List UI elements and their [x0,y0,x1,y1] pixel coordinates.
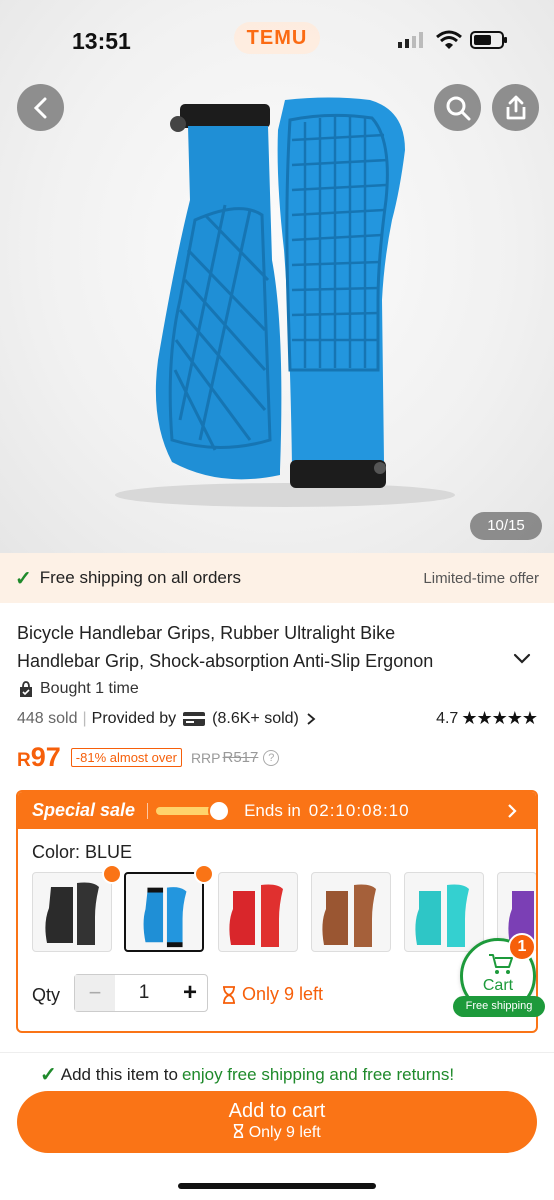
temu-logo: TEMU [234,22,320,54]
divider: | [82,709,87,727]
cart-label: Cart [482,977,514,994]
brown-grip-thumbnail [322,884,376,947]
color-swatch-blue[interactable] [124,872,204,952]
price-row: R 97 -81% almost over RRP R517 ? [17,742,280,773]
check-icon: ✓ [15,567,32,590]
product-title-line2: Handlebar Grip, Shock-absorption Anti-Sl… [17,651,434,671]
sold-count: 448 sold [17,709,78,727]
sold-provider-row: 448 sold | Provided by (8.6K+ sold) 4.7 … [17,708,538,729]
product-title[interactable]: Bicycle Handlebar Grips, Rubber Ultralig… [17,619,495,675]
chevron-left-icon [33,97,46,118]
check-icon: ✓ [40,1064,57,1086]
color-label: Color: BLUE [32,842,133,862]
stock-warning: Only 9 left [222,984,323,1005]
limited-offer-text: Limited-time offer [423,569,539,587]
chevron-down-icon[interactable] [512,648,532,668]
status-bar: 13:51 TEMU [0,0,554,80]
bag-icon [20,680,32,697]
special-sale-header[interactable]: Special sale Ends in 02:10:08:10 [18,792,536,829]
image-counter: 10/15 [470,512,542,540]
clock-icon [208,799,231,822]
special-sale-title: Special sale [32,800,136,820]
chevron-right-icon[interactable] [304,712,318,726]
back-button[interactable] [17,84,64,131]
stock-text: Only 9 left [242,984,324,1004]
qty-decrease-button[interactable]: − [75,975,115,1011]
quantity-stepper: − 1 + [74,974,208,1012]
promo-message: ✓ Add this item to enjoy free shipping a… [40,1062,454,1087]
timer-progress [156,799,231,822]
provider-sold[interactable]: (8.6K+ sold) [212,710,299,728]
red-grip-thumbnail [229,884,283,947]
rrp-value: R517 [222,749,259,766]
provided-by-label[interactable]: Provided by [92,710,177,728]
signal-icon [398,32,423,48]
product-title-line1: Bicycle Handlebar Grips, Rubber Ultralig… [17,623,396,643]
divider [147,802,149,819]
share-icon [506,95,525,119]
bought-count: Bought 1 time [18,680,139,698]
cart-icon [489,954,513,974]
search-icon [446,96,470,120]
promo-prefix: Add this item to [60,1064,178,1084]
ends-in-label: Ends in [244,800,301,820]
qty-value[interactable]: 1 [115,982,173,1004]
add-to-cart-stock: Only 9 left [248,1124,321,1141]
qty-increase-button[interactable]: + [173,979,207,1007]
status-time: 13:51 [72,28,131,54]
flame-icon [102,864,122,884]
add-to-cart-sublabel: Only 9 left [17,1124,537,1142]
discount-badge: -81% almost over [70,748,182,767]
wifi-icon [436,30,462,49]
chevron-right-icon[interactable] [502,801,522,821]
rating[interactable]: 4.7 ★★★★★ [436,708,538,729]
cart-count-badge: 1 [508,933,536,961]
promo-highlight: enjoy free shipping and free returns! [181,1064,455,1084]
home-indicator[interactable] [178,1183,376,1189]
star-rating-icon: ★★★★★ [461,708,538,728]
blue-grip-thumbnail [143,887,187,948]
help-icon[interactable]: ? [263,749,280,766]
color-swatch-red[interactable] [218,872,298,952]
rating-value: 4.7 [436,709,459,727]
color-swatch-brown[interactable] [311,872,391,952]
bought-text: Bought 1 time [40,680,139,697]
add-to-cart-button[interactable]: Add to cart Only 9 left [17,1091,537,1153]
cyan-grip-thumbnail [415,884,469,947]
share-button[interactable] [492,84,539,131]
provider-logo-icon [183,711,206,726]
battery-icon [470,31,507,49]
color-swatch-cyan[interactable] [404,872,484,952]
free-shipping-text: Free shipping on all orders [39,568,242,587]
flame-icon [194,864,214,884]
cart-free-shipping-badge: Free shipping [453,996,545,1017]
countdown-timer: 02:10:08:10 [308,800,410,820]
free-shipping-banner[interactable]: ✓ Free shipping on all orders Limited-ti… [0,553,554,603]
rrp-label: RRP [190,749,221,766]
bottom-action-bar: ✓ Add this item to enjoy free shipping a… [0,1052,554,1200]
black-grip-thumbnail [45,882,99,945]
price-currency: R [17,749,31,771]
add-to-cart-label: Add to cart [228,1100,326,1122]
product-photo [115,97,455,507]
search-button[interactable] [434,84,481,131]
price: 97 [30,742,61,772]
qty-label: Qty [32,985,61,1005]
hourglass-icon [223,985,235,1004]
hourglass-icon [234,1124,244,1138]
product-image-gallery[interactable]: 13:51 TEMU 10/15 [0,0,554,553]
color-swatch-black[interactable] [32,872,112,952]
